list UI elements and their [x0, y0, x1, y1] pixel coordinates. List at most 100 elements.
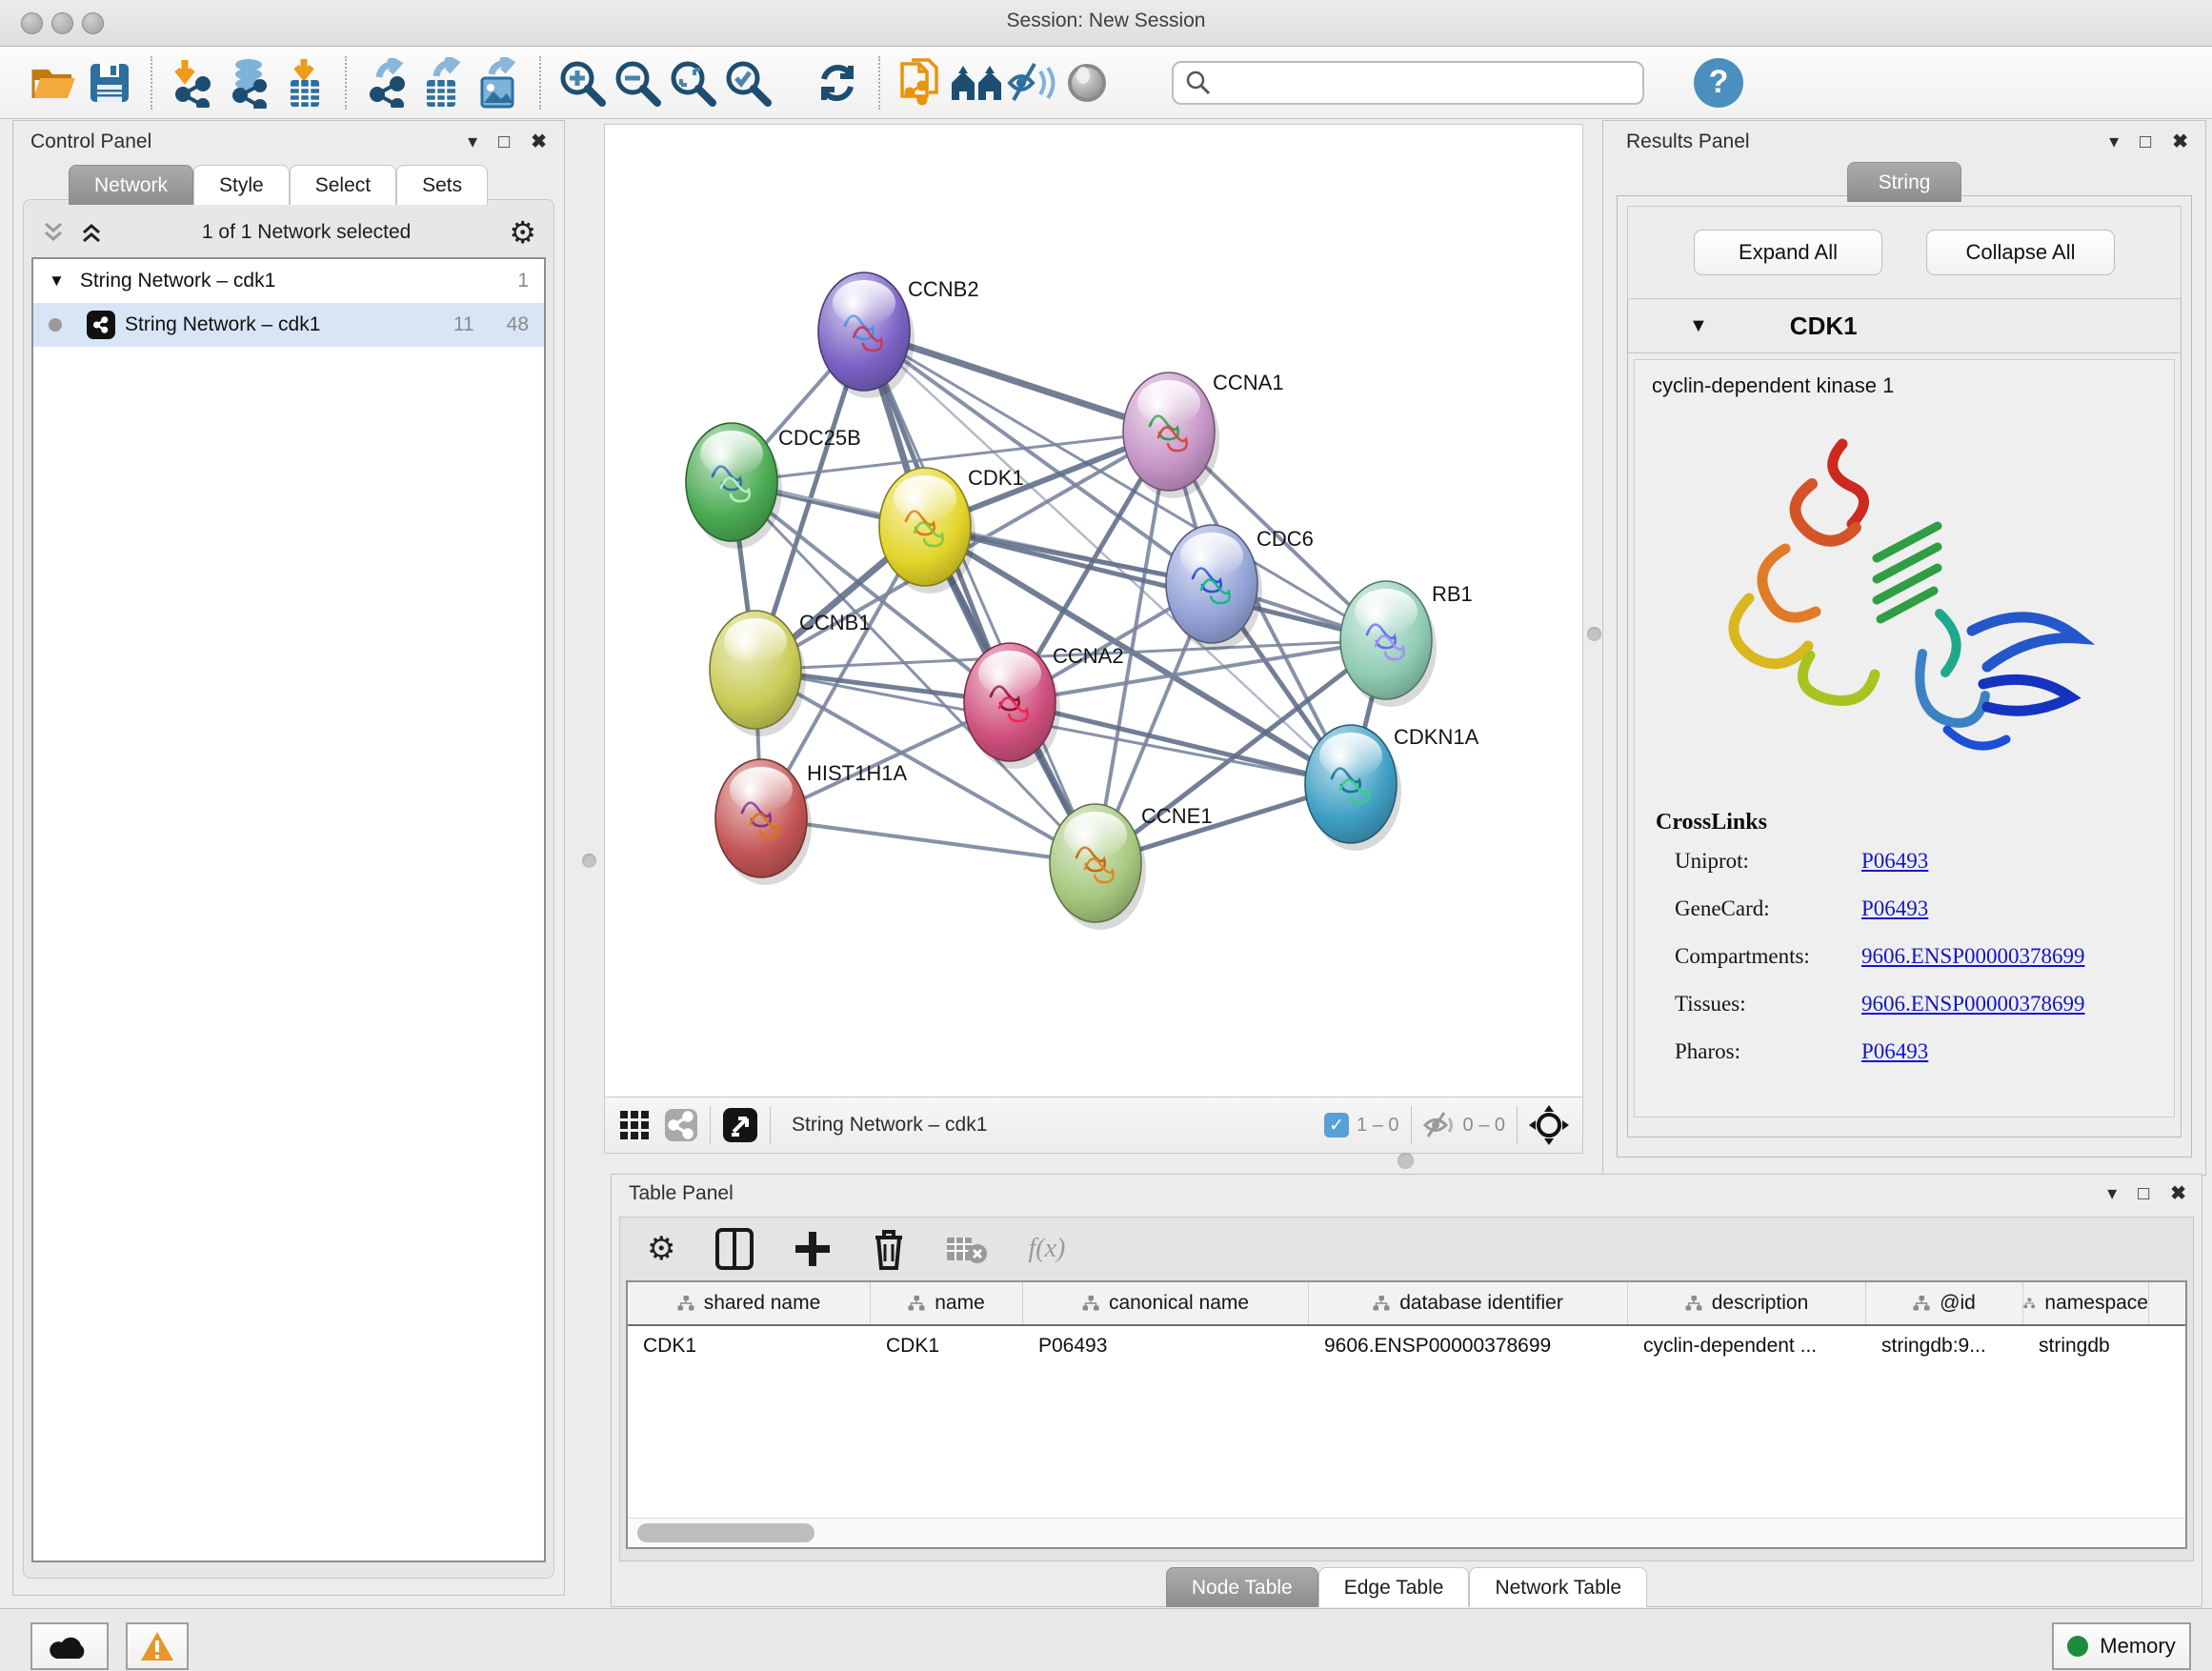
panel-float-icon[interactable]: □ [2140, 132, 2151, 151]
zoom-selected-button[interactable] [720, 54, 775, 111]
protein-section-header[interactable]: ▼ CDK1 [1628, 299, 2181, 353]
graph-node-CDC6[interactable]: CDC6 [1166, 525, 1314, 651]
help-button[interactable]: ? [1694, 58, 1743, 108]
graph-node-CDKN1A[interactable]: CDKN1A [1305, 725, 1479, 851]
zoom-in-button[interactable] [554, 54, 610, 111]
panel-close-icon[interactable]: ✖ [2172, 132, 2188, 151]
grid-view-icon[interactable] [618, 1109, 651, 1141]
panel-float-icon[interactable]: □ [498, 132, 510, 151]
tab-edge-table[interactable]: Edge Table [1318, 1567, 1470, 1607]
warnings-button[interactable] [126, 1622, 189, 1670]
tab-sets[interactable]: Sets [396, 165, 488, 205]
table-cell[interactable]: stringdb:9... [1866, 1326, 2023, 1366]
zoom-out-button[interactable] [610, 54, 665, 111]
export-image-button[interactable] [471, 54, 526, 111]
column-header--id[interactable]: @id [1866, 1282, 2023, 1324]
add-column-icon[interactable] [794, 1230, 832, 1268]
tab-network-table[interactable]: Network Table [1469, 1567, 1647, 1607]
panel-menu-icon[interactable]: ▾ [2107, 1184, 2117, 1203]
table-options-gear-icon[interactable]: ⚙ [647, 1230, 675, 1268]
expand-all-button[interactable]: Expand All [1694, 230, 1882, 275]
clear-table-icon[interactable] [946, 1233, 988, 1265]
panel-close-icon[interactable]: ✖ [531, 132, 547, 151]
birds-eye-view-icon[interactable] [722, 1107, 758, 1143]
network-row[interactable]: String Network – cdk1 11 48 [33, 303, 544, 347]
crosslink-link[interactable]: P06493 [1861, 896, 1928, 921]
collapse-all-networks-icon[interactable] [41, 220, 66, 245]
panel-float-icon[interactable]: □ [2138, 1184, 2149, 1203]
collapse-triangle-icon[interactable]: ▼ [1689, 315, 1708, 337]
tab-select[interactable]: Select [290, 165, 396, 205]
fit-crosshair-icon[interactable] [1529, 1105, 1569, 1145]
column-header-canonical-name[interactable]: canonical name [1023, 1282, 1309, 1324]
graph-node-RB1[interactable]: RB1 [1340, 581, 1473, 707]
crosslink-link[interactable]: P06493 [1861, 1039, 1928, 1064]
column-header-shared-name[interactable]: shared name [628, 1282, 871, 1324]
hidden-eye-slash-icon[interactable] [1423, 1111, 1456, 1139]
column-header-description[interactable]: description [1628, 1282, 1866, 1324]
table-data-row[interactable]: CDK1CDK1P064939606.ENSP00000378699cyclin… [628, 1326, 2185, 1366]
delete-column-icon[interactable] [872, 1228, 906, 1270]
expand-all-networks-icon[interactable] [79, 220, 104, 245]
graph-node-CCNB1[interactable]: CCNB1 [710, 611, 871, 736]
panel-menu-icon[interactable]: ▾ [2109, 132, 2119, 151]
network-collection-row[interactable]: ▼ String Network – cdk1 1 [33, 259, 544, 303]
table-cell[interactable]: P06493 [1023, 1326, 1309, 1366]
cloud-status-button[interactable] [30, 1622, 109, 1670]
search-input[interactable] [1212, 65, 1631, 101]
tab-network[interactable]: Network [69, 165, 193, 205]
crosslink-link[interactable]: 9606.ENSP00000378699 [1861, 944, 2085, 969]
scrollbar-thumb[interactable] [637, 1523, 814, 1542]
right-splitter-grip[interactable] [1587, 627, 1601, 641]
network-share-icon[interactable] [664, 1108, 698, 1142]
tab-node-table[interactable]: Node Table [1166, 1567, 1318, 1607]
zoom-fit-icon [668, 58, 717, 108]
import-network-database-button[interactable] [221, 54, 276, 111]
import-table-button[interactable] [276, 54, 332, 111]
network-canvas[interactable]: CCNB2CCNA1CDC25BCDK1CDC6RB1CCNB1CCNA2CDK… [604, 124, 1583, 1097]
table-cell[interactable]: 9606.ENSP00000378699 [1309, 1326, 1628, 1366]
import-network-file-button[interactable] [166, 54, 221, 111]
network-options-gear-icon[interactable]: ⚙ [509, 214, 536, 251]
show-graphics-details-button[interactable] [1059, 54, 1115, 111]
open-session-button[interactable] [27, 54, 82, 111]
toolbar-separator [1517, 1106, 1518, 1144]
zoom-fit-button[interactable] [665, 54, 720, 111]
panel-close-icon[interactable]: ✖ [2170, 1184, 2186, 1203]
table-cell[interactable]: cyclin-dependent ... [1628, 1326, 1866, 1366]
graph-node-CCNA1[interactable]: CCNA1 [1123, 371, 1284, 498]
export-network-button[interactable] [360, 54, 415, 111]
table-cell[interactable]: stringdb [2023, 1326, 2149, 1366]
table-cell[interactable]: CDK1 [871, 1326, 1023, 1366]
graph-node-CCNE1[interactable]: CCNE1 [1050, 804, 1213, 930]
tab-string[interactable]: String [1847, 162, 1961, 202]
tab-style[interactable]: Style [193, 165, 290, 205]
network-from-file-button[interactable] [894, 54, 949, 111]
graph-node-CCNA2[interactable]: CCNA2 [964, 643, 1124, 769]
show-columns-icon[interactable] [715, 1228, 754, 1270]
collapse-triangle-icon[interactable]: ▼ [49, 272, 65, 291]
column-header-database-identifier[interactable]: database identifier [1309, 1282, 1628, 1324]
show-home-panel-button[interactable] [949, 54, 1004, 111]
memory-button[interactable]: Memory [2052, 1622, 2191, 1670]
horizontal-scrollbar[interactable] [628, 1518, 2185, 1547]
hide-graphics-details-button[interactable] [1004, 54, 1059, 111]
crosslink-link[interactable]: P06493 [1861, 849, 1928, 874]
function-builder-icon[interactable]: f(x) [1028, 1234, 1065, 1264]
export-table-button[interactable] [415, 54, 471, 111]
graph-node-HIST1H1A[interactable]: HIST1H1A [715, 759, 907, 885]
panel-menu-icon[interactable]: ▾ [468, 132, 477, 151]
crosslink-link[interactable]: 9606.ENSP00000378699 [1861, 992, 2085, 1017]
selected-checkbox-icon[interactable]: ✓ [1324, 1113, 1349, 1137]
column-header-name[interactable]: name [871, 1282, 1023, 1324]
refresh-view-button[interactable] [810, 54, 865, 111]
left-splitter-grip[interactable] [582, 854, 596, 868]
table-cell[interactable]: CDK1 [628, 1326, 871, 1366]
graph-node-CDC25B[interactable]: CDC25B [686, 423, 861, 549]
collapse-all-button[interactable]: Collapse All [1926, 230, 2115, 275]
bottom-splitter-grip[interactable] [1398, 1153, 1414, 1169]
graph-node-CCNB2[interactable]: CCNB2 [818, 272, 979, 398]
column-header-namespace[interactable]: namespace [2023, 1282, 2149, 1324]
table-panel-title: Table Panel [629, 1182, 734, 1205]
save-session-button[interactable] [82, 54, 137, 111]
